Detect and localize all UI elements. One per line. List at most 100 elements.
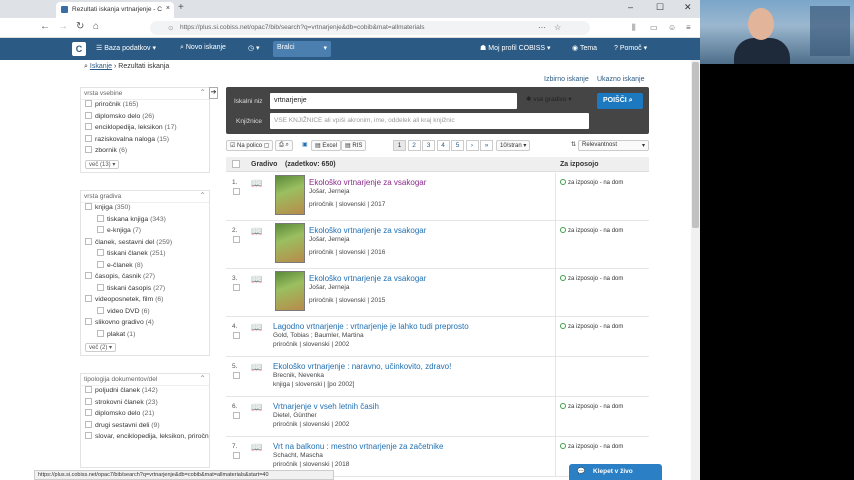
book-cover-image[interactable] — [275, 175, 305, 215]
availability[interactable]: za izposojo - na dom — [560, 403, 623, 410]
facet-checkbox[interactable] — [85, 318, 92, 325]
facebook-icon[interactable]: ▣ — [299, 140, 311, 151]
result-title[interactable]: Ekološko vrtnarjenje za vsakogar — [309, 226, 426, 235]
facet-item[interactable]: slikovno gradivo (4) — [81, 318, 209, 330]
availability[interactable]: za izposojo - na dom — [560, 227, 623, 234]
reload-icon[interactable]: ↻ — [76, 21, 84, 32]
new-tab-icon[interactable]: + — [178, 2, 184, 13]
nav-pomoc[interactable]: ? Pomoč ▾ — [614, 44, 647, 52]
result-checkbox[interactable] — [233, 236, 240, 243]
advanced-search-link[interactable]: Izbirno iskanje — [544, 76, 589, 83]
live-chat-button[interactable]: 💬 Klepet v živo — [569, 464, 662, 480]
account-icon[interactable]: ☺ — [668, 23, 676, 32]
page-button[interactable]: 3 — [422, 140, 435, 151]
menu-dots-icon[interactable]: ⋯ — [538, 23, 546, 32]
facet-item[interactable]: strokovni članek (23) — [81, 397, 209, 410]
availability[interactable]: za izposojo - na dom — [560, 275, 623, 282]
facet-item[interactable]: priročnik (165) — [81, 100, 209, 112]
page-button[interactable]: 2 — [407, 140, 421, 151]
facet-item[interactable]: drugi sestavni deli (9) — [81, 420, 209, 433]
facet-checkbox[interactable] — [85, 146, 92, 153]
page-button[interactable]: 1 — [393, 140, 406, 151]
facet-item[interactable]: video DVD (6) — [81, 306, 209, 319]
facet-item[interactable]: zbornik (6) — [81, 146, 209, 158]
facet-checkbox[interactable] — [85, 237, 92, 245]
nav-tema[interactable]: ◉ Tema — [572, 44, 597, 52]
browser-tab[interactable]: Rezultati iskanja vrtnarjenje - C × — [56, 2, 174, 18]
back-icon[interactable]: ← — [40, 21, 50, 32]
facet-item[interactable]: raziskovalna naloga (15) — [81, 134, 209, 147]
facet-checkbox[interactable] — [97, 306, 104, 314]
facet-checkbox[interactable] — [97, 249, 104, 256]
page-button[interactable]: › — [465, 140, 479, 151]
reader-icon[interactable]: ▭ — [650, 23, 658, 32]
facet-checkbox[interactable] — [85, 386, 92, 393]
facet-checkbox[interactable] — [85, 100, 92, 107]
result-title[interactable]: Ekološko vrtnarjenje za vsakogar — [309, 274, 426, 283]
facet-checkbox[interactable] — [97, 226, 104, 233]
nav-profil[interactable]: ☗ Moj profil COBISS ▾ — [480, 44, 551, 52]
facet-checkbox[interactable] — [85, 272, 92, 279]
facet-item[interactable]: knjiga (350) — [81, 203, 209, 215]
excel-button[interactable]: ▤ Excel — [311, 140, 342, 151]
facet-item[interactable]: članek, sestavni del (259) — [81, 237, 209, 250]
library-input[interactable]: VSE KNJIŽNICE ali vpiši akronim, ime, od… — [270, 113, 589, 129]
facet-checkbox[interactable] — [85, 111, 92, 119]
add-to-shelf-button[interactable]: ☑ Na polico ▢ — [226, 140, 274, 151]
ris-button[interactable]: ▤ RIS — [341, 140, 367, 151]
nav-bralci[interactable]: Bralci ▾ — [273, 41, 331, 57]
sort-select[interactable]: Relevantnost ▾ — [578, 140, 649, 151]
facet-item[interactable]: e-članek (8) — [81, 260, 209, 273]
facet-checkbox[interactable] — [85, 203, 92, 210]
close-window-icon[interactable]: ✕ — [684, 2, 692, 13]
availability[interactable]: za izposojo - na dom — [560, 179, 623, 186]
facet-header[interactable]: vrsta gradiva ⌃ — [81, 191, 209, 203]
facet-item[interactable]: diplomsko delo (26) — [81, 111, 209, 124]
result-checkbox[interactable] — [233, 372, 240, 379]
nav-baza-podatkov[interactable]: ☰ Baza podatkov ▾ — [96, 44, 156, 52]
nav-history[interactable]: ◷ ▾ — [248, 44, 260, 52]
facet-item[interactable]: diplomsko delo (21) — [81, 409, 209, 421]
result-checkbox[interactable] — [233, 188, 240, 195]
availability[interactable]: za izposojo - na dom — [560, 323, 623, 330]
result-title[interactable]: Vrt na balkonu : mestno vrtnarjenje za z… — [273, 442, 443, 451]
result-title[interactable]: Lagodno vrtnarjenje : vrtnarjenje je lah… — [273, 322, 469, 331]
facet-item[interactable]: poljudni članek (142) — [81, 386, 209, 398]
collapse-sidebar-icon[interactable]: ➔ — [209, 87, 218, 99]
facet-header[interactable]: vrsta vsebine ⌃ — [81, 88, 209, 100]
facet-checkbox[interactable] — [85, 420, 92, 428]
facet-checkbox[interactable] — [85, 409, 92, 416]
facet-more-button[interactable]: več (13) ▾ — [85, 159, 120, 169]
availability[interactable]: za izposojo - na dom — [560, 443, 623, 450]
minimize-icon[interactable]: – — [628, 2, 633, 12]
book-cover-image[interactable] — [275, 223, 305, 263]
scrollbar-thumb[interactable] — [692, 62, 699, 228]
facet-item[interactable]: enciklopedija, leksikon (17) — [81, 123, 209, 135]
cobiss-logo-icon[interactable]: C — [72, 42, 86, 56]
facet-checkbox[interactable] — [97, 329, 104, 337]
command-search-link[interactable]: Ukazno iskanje — [597, 76, 644, 83]
library-icon[interactable]: ⫼ — [632, 23, 636, 33]
facet-checkbox[interactable] — [97, 283, 104, 291]
result-checkbox[interactable] — [233, 412, 240, 419]
facet-checkbox[interactable] — [85, 123, 92, 130]
result-checkbox[interactable] — [233, 452, 240, 459]
facet-item[interactable]: tiskana knjiga (343) — [81, 214, 209, 227]
facet-item[interactable]: e-knjiga (7) — [81, 226, 209, 238]
search-button[interactable]: POIŠČI ⌕ — [597, 93, 643, 109]
facet-checkbox[interactable] — [85, 432, 92, 439]
result-title[interactable]: Ekološko vrtnarjenje : naravno, učinkovi… — [273, 362, 451, 371]
page-button[interactable]: 5 — [451, 140, 464, 151]
book-cover-image[interactable] — [275, 271, 305, 311]
home-icon[interactable]: ⌂ — [93, 21, 99, 32]
breadcrumb-home[interactable]: Iskanje — [90, 63, 112, 70]
facet-checkbox[interactable] — [85, 134, 92, 142]
material-select[interactable]: ✱ vse gradivo ▾ — [526, 95, 572, 103]
facet-checkbox[interactable] — [97, 260, 104, 268]
facet-item[interactable]: slovar, enciklopedija, leksikon, priročn… — [81, 432, 209, 444]
hamburger-icon[interactable]: ≡ — [686, 23, 691, 32]
maximize-icon[interactable]: ☐ — [656, 2, 664, 13]
print-button[interactable]: ⎙ ⌕ — [275, 140, 293, 151]
result-title[interactable]: Vrtnarjenje v vseh letnih časih — [273, 402, 379, 411]
per-page-select[interactable]: 10/stran ▾ — [496, 140, 530, 151]
